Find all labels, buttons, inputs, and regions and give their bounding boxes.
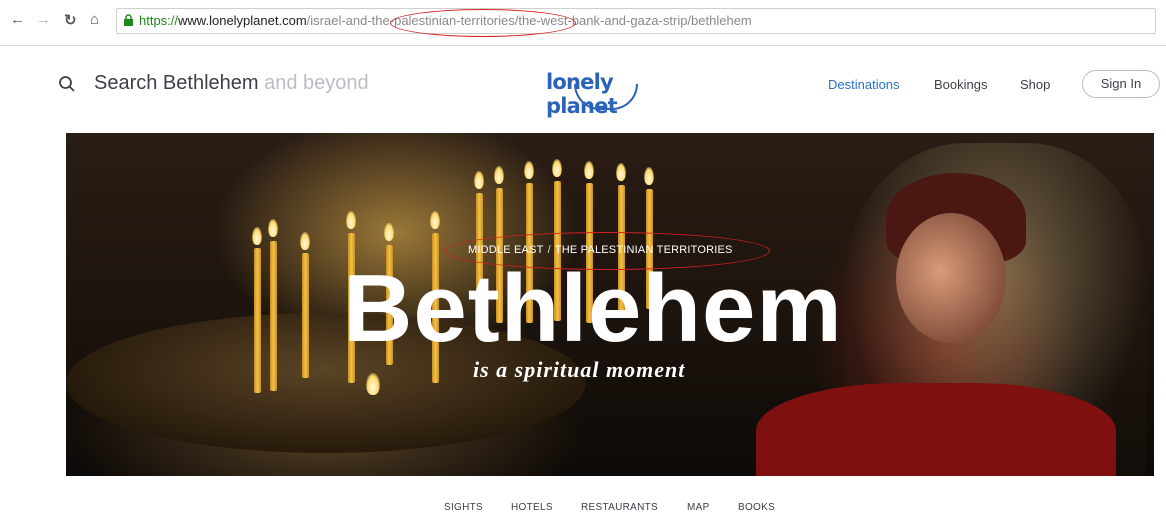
search-icon[interactable] [58,75,76,93]
hero-photo-flame [346,211,356,229]
hero-photo-flame [524,161,534,179]
hero-photo-flame [616,163,626,181]
hero-photo-flame [252,227,262,245]
hero-banner: MIDDLE EAST / THE PALESTINIAN TERRITORIES … [66,133,1154,476]
hero-photo-flame [474,171,484,189]
subnav-restaurants[interactable]: RESTAURANTS [581,502,658,513]
url-annotation-ellipse [390,9,576,37]
hero-photo-flame [494,166,504,184]
hero-tagline: is a spiritual moment [473,357,686,382]
page-title: Bethlehem [343,255,843,362]
search-placeholder: and beyond [264,72,369,94]
nav-shop[interactable]: Shop [1020,77,1050,92]
hero-photo-flame [584,161,594,179]
forward-arrow-icon[interactable]: → [36,11,51,28]
subnav-hotels[interactable]: HOTELS [511,502,553,513]
hero-photo-candle [270,241,277,391]
url-host: www.lonelyplanet.com [178,13,307,28]
hero-photo-face [896,213,1006,343]
hero-photo-flame [430,211,440,229]
subnav-sights[interactable]: SIGHTS [444,502,483,513]
browser-toolbar: ← → ↻ ⌂ https://www.lonelyplanet.com/isr… [0,0,1166,46]
hero-photo-flame [384,223,394,241]
hero-photo-candle [254,248,261,393]
search-input[interactable]: Search Bethlehem and beyond [94,72,369,95]
back-arrow-icon[interactable]: ← [10,11,25,28]
hero-photo-candle [302,253,309,378]
url-scheme: https:// [139,13,179,28]
subnav-books[interactable]: BOOKS [738,502,775,513]
subnav-map[interactable]: MAP [687,502,710,513]
hero-photo-flame [366,373,380,395]
hero-photo-flame [300,232,310,250]
hero-photo-flame [552,159,562,177]
home-icon[interactable]: ⌂ [90,11,99,28]
search-query: Search Bethlehem [94,72,259,94]
hero-photo-flame [268,219,278,237]
nav-bookings[interactable]: Bookings [934,77,987,92]
sign-in-button[interactable]: Sign In [1082,70,1160,98]
hero-photo-flame [644,167,654,185]
address-bar[interactable]: https://www.lonelyplanet.com/israel-and-… [116,8,1156,34]
lock-icon [124,14,133,26]
nav-destinations[interactable]: Destinations [828,77,900,92]
lonely-planet-logo[interactable]: lonely planet [546,66,676,118]
reload-icon[interactable]: ↻ [64,11,77,29]
hero-photo-coat [756,383,1116,476]
